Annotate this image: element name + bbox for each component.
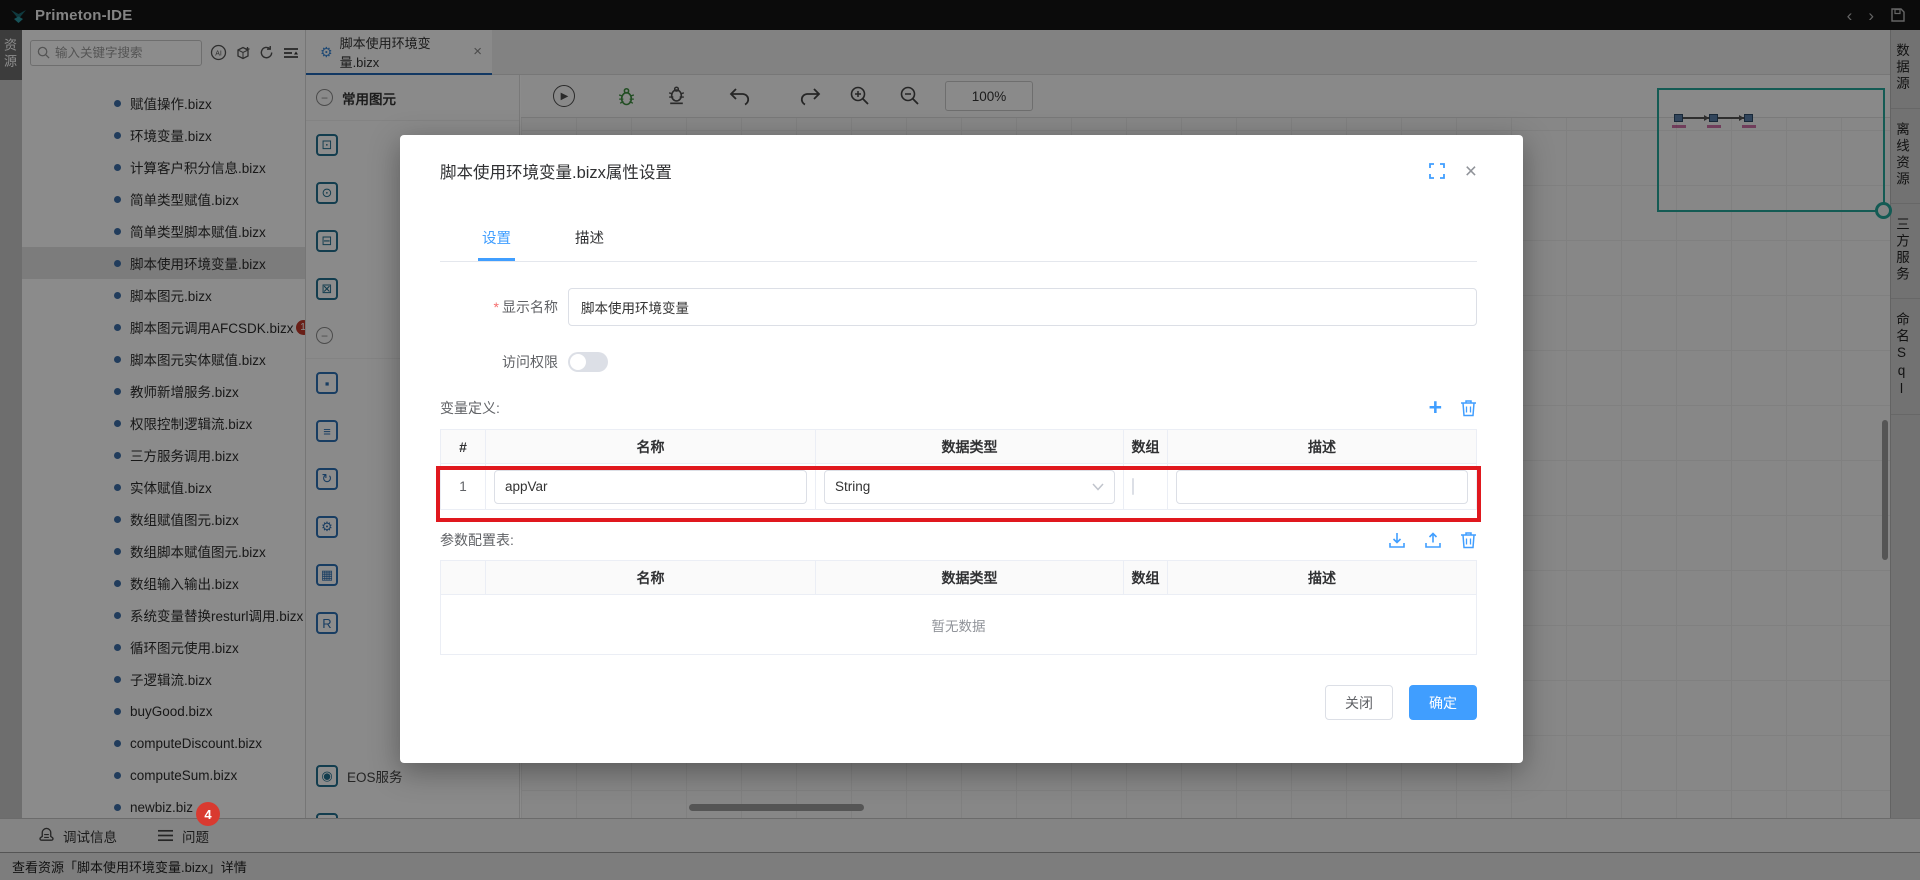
- display-name-input[interactable]: [568, 288, 1477, 326]
- access-permission-toggle[interactable]: [568, 352, 608, 372]
- param-config-label: 参数配置表:: [440, 530, 514, 550]
- col-array: 数组: [1124, 430, 1168, 464]
- problems-count-badge: 4: [196, 802, 220, 826]
- display-name-label: *显示名称: [440, 297, 558, 317]
- col-index: #: [441, 430, 486, 464]
- datatype-value: String: [835, 479, 870, 494]
- col-array: 数组: [1124, 561, 1168, 595]
- col-name: 名称: [486, 430, 816, 464]
- col-index: [441, 561, 486, 595]
- primeton-ide-window: Primeton-IDE ‹ › 资源 AI: [0, 0, 1920, 880]
- import-icon[interactable]: [1388, 531, 1406, 549]
- add-variable-icon[interactable]: +: [1429, 396, 1442, 419]
- param-table: 名称 数据类型 数组 描述 暂无数据: [440, 560, 1477, 655]
- dialog-title: 脚本使用环境变量.bizx属性设置: [440, 159, 672, 183]
- col-description: 描述: [1168, 430, 1477, 464]
- export-icon[interactable]: [1424, 531, 1442, 549]
- variable-description-input[interactable]: [1176, 470, 1468, 504]
- delete-variable-icon[interactable]: [1460, 399, 1477, 417]
- variable-name-input[interactable]: [494, 470, 807, 504]
- dialog-tab[interactable]: 描述: [571, 219, 608, 261]
- access-permission-label: 访问权限: [440, 352, 558, 372]
- dialog-tabs: 设置 描述: [440, 219, 1477, 262]
- col-description: 描述: [1168, 561, 1477, 595]
- col-name: 名称: [486, 561, 816, 595]
- variable-table: # 名称 数据类型 数组 描述 1 String: [440, 429, 1477, 510]
- row-index: 1: [441, 464, 486, 510]
- col-datatype: 数据类型: [816, 561, 1124, 595]
- delete-param-icon[interactable]: [1460, 531, 1477, 549]
- close-button[interactable]: 关闭: [1325, 685, 1393, 720]
- variable-definition-label: 变量定义:: [440, 398, 500, 418]
- empty-state-text: 暂无数据: [441, 595, 1477, 655]
- array-checkbox[interactable]: [1132, 478, 1134, 495]
- confirm-button[interactable]: 确定: [1409, 685, 1477, 720]
- col-datatype: 数据类型: [816, 430, 1124, 464]
- table-row: 1 String: [441, 464, 1477, 510]
- datatype-select[interactable]: String: [824, 470, 1115, 504]
- chevron-down-icon: [1092, 483, 1104, 491]
- properties-dialog: 脚本使用环境变量.bizx属性设置 × 设置 描述 *显示名称 访问权限: [400, 135, 1523, 763]
- dialog-tab[interactable]: 设置: [478, 219, 515, 261]
- fullscreen-icon[interactable]: [1429, 163, 1445, 179]
- required-mark: *: [494, 299, 499, 315]
- close-icon[interactable]: ×: [1465, 161, 1477, 182]
